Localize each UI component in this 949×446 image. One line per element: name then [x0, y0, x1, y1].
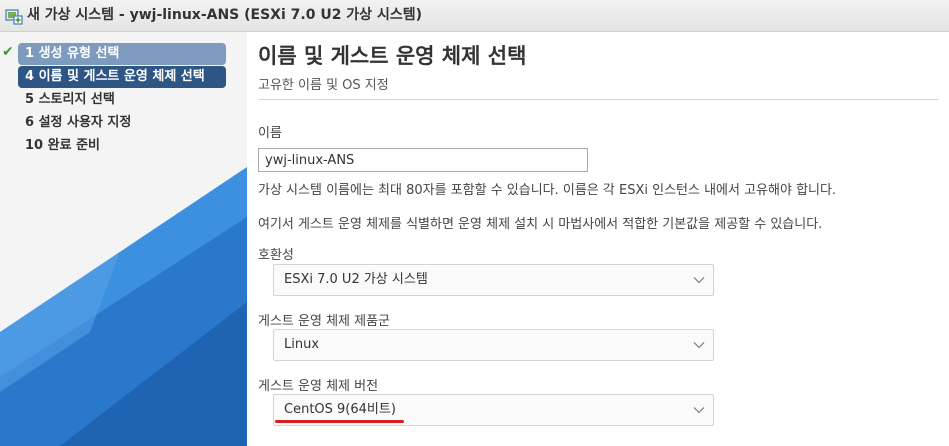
- step-customize-settings: 6 설정 사용자 지정: [25, 115, 132, 130]
- wizard-steps-sidebar: ✔ 1 생성 유형 선택 4 이름 및 게스트 운영 체제 선택 5 스토리지 …: [0, 32, 247, 446]
- chevron-down-icon: [693, 342, 705, 349]
- compatibility-value: ESXi 7.0 U2 가상 시스템: [284, 272, 428, 287]
- chevron-down-icon: [693, 407, 705, 414]
- guest-os-version-label: 게스트 운영 체제 버전: [258, 379, 379, 394]
- guest-os-help-text: 여기서 게스트 운영 체제를 식별하면 운영 체제 설치 시 마법사에서 적합한…: [258, 217, 823, 232]
- window-title: 새 가상 시스템 - ywj-linux-ANS (ESXi 7.0 U2 가상…: [27, 7, 422, 23]
- page-subtitle: 고유한 이름 및 OS 지정: [258, 78, 389, 93]
- page-title: 이름 및 게스트 운영 체제 선택: [258, 44, 527, 68]
- window-titlebar: 새 가상 시스템 - ywj-linux-ANS (ESXi 7.0 U2 가상…: [0, 0, 949, 32]
- step-select-creation-type[interactable]: 1 생성 유형 선택: [18, 43, 226, 65]
- guest-os-family-value: Linux: [284, 337, 320, 352]
- check-icon: ✔: [2, 44, 14, 60]
- guest-os-family-label: 게스트 운영 체제 제품군: [258, 314, 390, 329]
- step-name-and-guest-os[interactable]: 4 이름 및 게스트 운영 체제 선택: [18, 66, 226, 88]
- name-label: 이름: [258, 126, 282, 141]
- step-ready-to-complete: 10 완료 준비: [25, 138, 100, 153]
- divider: [258, 99, 939, 100]
- annotation-underline: [275, 420, 404, 423]
- vm-icon: [5, 9, 23, 25]
- chevron-down-icon: [693, 277, 705, 284]
- wizard-content: 이름 및 게스트 운영 체제 선택 고유한 이름 및 OS 지정 이름 가상 시…: [247, 32, 949, 446]
- name-help-text: 가상 시스템 이름에는 최대 80자를 포함할 수 있습니다. 이름은 각 ES…: [258, 183, 837, 198]
- compatibility-label: 호환성: [258, 248, 294, 263]
- vm-name-input[interactable]: [258, 148, 588, 172]
- compatibility-select[interactable]: ESXi 7.0 U2 가상 시스템: [273, 264, 714, 296]
- guest-os-family-select[interactable]: Linux: [273, 329, 714, 361]
- step-select-storage: 5 스토리지 선택: [25, 92, 115, 107]
